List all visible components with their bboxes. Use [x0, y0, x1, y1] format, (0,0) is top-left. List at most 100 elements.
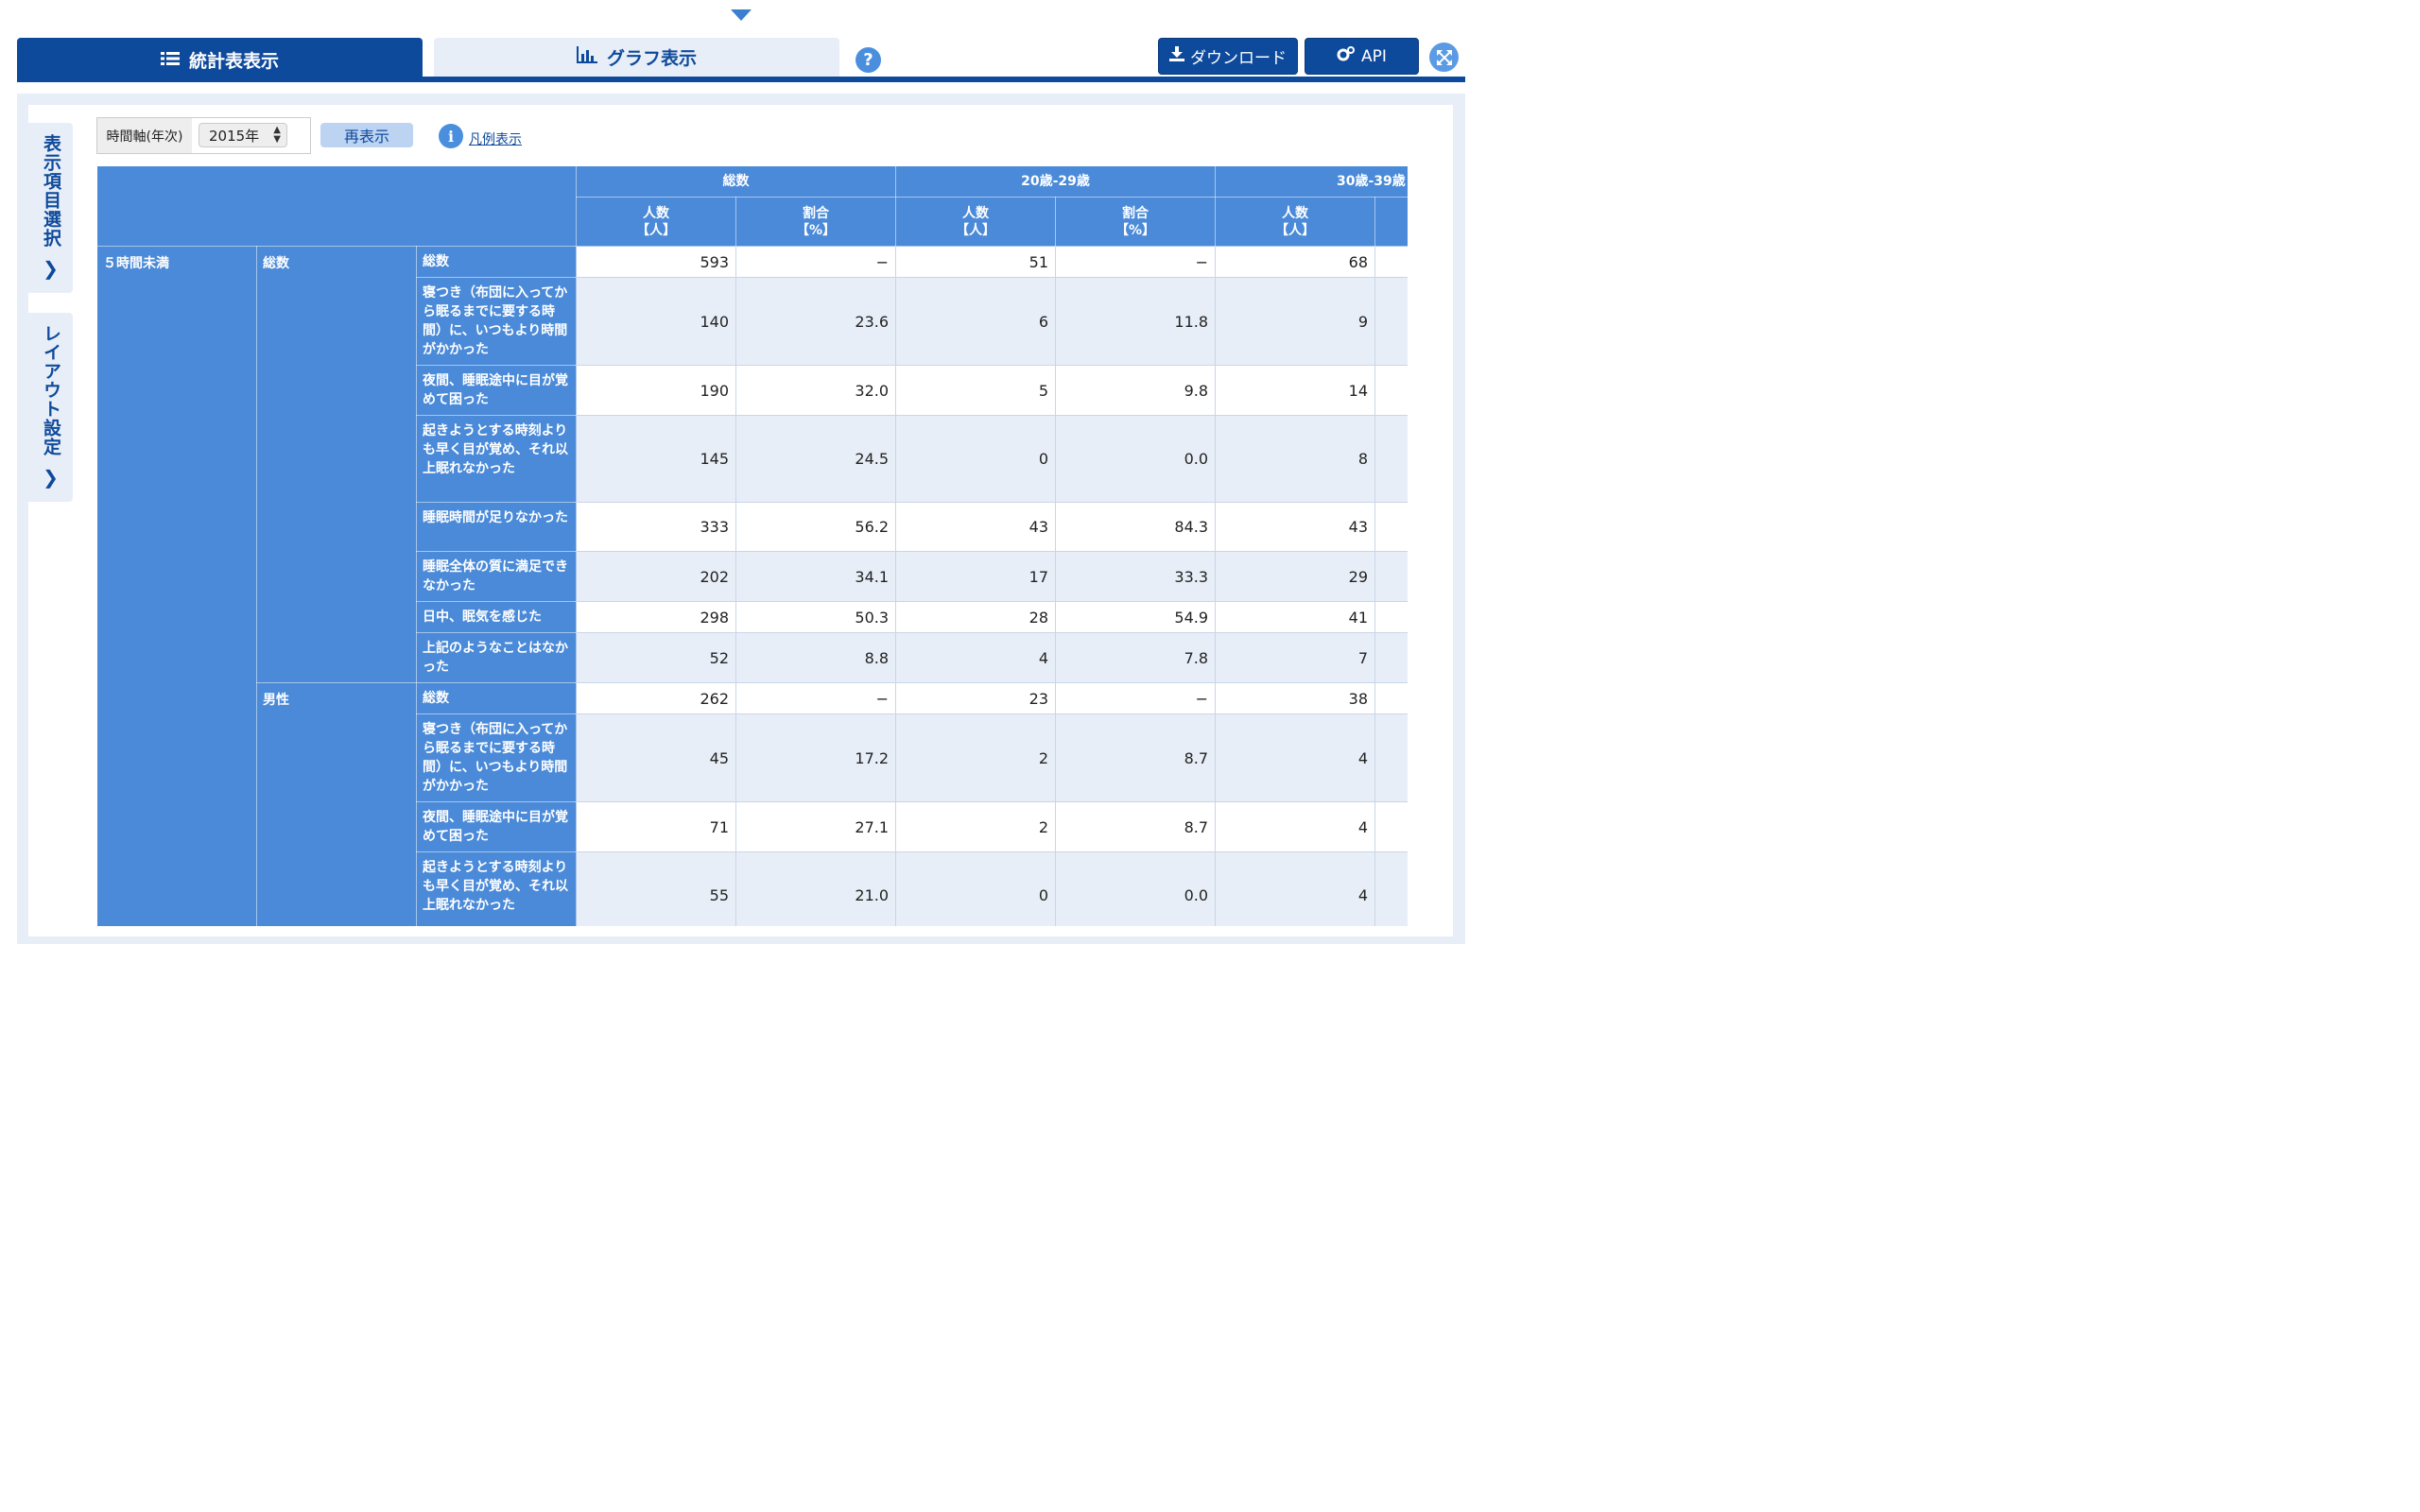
side-tab-layout[interactable]: レイアウト設定 ❯: [28, 313, 73, 502]
table-cell: 4: [1215, 713, 1376, 802]
row-section-header: 男性: [256, 682, 417, 926]
help-icon[interactable]: ?: [856, 47, 881, 73]
table-cell: 8.7: [1055, 713, 1217, 802]
row-item-header: 寝つき（布団に入ってから眠るまでに要する時間）に、いつもより時間がかかった: [415, 277, 578, 366]
table-cell: 50.3: [735, 601, 897, 633]
table-cell: 28: [895, 601, 1057, 633]
row-item-header: 起きようとする時刻よりも早く目が覚め、それ以上眠れなかった: [415, 851, 578, 926]
table-cell: 11.8: [1055, 277, 1217, 366]
sub-header-ratio: 割合 【%】: [735, 197, 897, 247]
table-cell: [1374, 632, 1408, 683]
api-button[interactable]: API: [1305, 38, 1419, 75]
tab-table-view[interactable]: 統計表表示: [17, 38, 423, 82]
table-cell: 38: [1215, 682, 1376, 714]
table-cell: 68: [1215, 246, 1376, 278]
table-cell: 17: [895, 551, 1057, 602]
table-cell: 298: [576, 601, 737, 633]
tab-graph-view[interactable]: グラフ表示: [434, 38, 839, 77]
api-label: API: [1361, 46, 1387, 66]
col-group-header[interactable]: 20歳-29歳: [895, 165, 1217, 198]
gears-icon: [1337, 46, 1356, 66]
legend-link[interactable]: 凡例表示: [469, 129, 522, 148]
row-group-header: ５時間未満: [96, 246, 257, 926]
table-cell: 43: [1215, 502, 1376, 552]
table-cell: 4: [895, 632, 1057, 683]
refresh-button[interactable]: 再表示: [320, 123, 413, 147]
table-cell: −: [735, 246, 897, 278]
row-item-header: 起きようとする時刻よりも早く目が覚め、それ以上眠れなかった: [415, 415, 578, 503]
table-cell: 5: [895, 365, 1057, 416]
table-cell: 145: [576, 415, 737, 503]
side-tab-select-items[interactable]: 表示項目選択 ❯: [28, 123, 73, 293]
table-cell: 0.0: [1055, 415, 1217, 503]
row-section-header: 総数: [256, 246, 417, 683]
table-cell: 23: [895, 682, 1057, 714]
table-cell: 29: [1215, 551, 1376, 602]
table-cell: 0.0: [1055, 851, 1217, 926]
col-group-header[interactable]: 総数: [576, 165, 897, 198]
table-cell: 27.1: [735, 801, 897, 852]
table-cell: [1374, 365, 1408, 416]
table-cell: 55: [576, 851, 737, 926]
table-cell: 33.3: [1055, 551, 1217, 602]
statistics-table: 総数 20歳-29歳 30歳-39歳 人数 【人】 割合 【%】 人数 【人】 割合 …: [96, 165, 1408, 926]
table-cell: [1374, 551, 1408, 602]
table-cell: [1374, 801, 1408, 852]
sub-header-ratio: 割合 【%】: [1055, 197, 1217, 247]
sub-header-count: 人数 【人】: [1215, 197, 1376, 247]
row-item-header: 寝つき（布団に入ってから眠るまでに要する時間）に、いつもより時間がかかった: [415, 713, 578, 802]
bar-chart-icon: [576, 46, 597, 68]
table-cell: 0: [895, 851, 1057, 926]
row-item-header: 睡眠全体の質に満足できなかった: [415, 551, 578, 602]
table-cell: 8.7: [1055, 801, 1217, 852]
row-item-header: 総数: [415, 682, 578, 714]
table-cell: 140: [576, 277, 737, 366]
table-cell: 23.6: [735, 277, 897, 366]
fullscreen-icon[interactable]: [1429, 43, 1459, 72]
table-cell: 593: [576, 246, 737, 278]
download-button[interactable]: ダウンロード: [1158, 38, 1298, 75]
table-cell: 7: [1215, 632, 1376, 683]
table-cell: 41: [1215, 601, 1376, 633]
sub-header-count: 人数 【人】: [895, 197, 1057, 247]
table-cell: 4: [1215, 851, 1376, 926]
year-select[interactable]: 2015年 ▲ ▼: [199, 123, 287, 147]
download-label: ダウンロード: [1190, 49, 1287, 68]
table-row: ５時間未満 総数 総数 593−51−68: [96, 246, 1408, 926]
row-item-header: 日中、眠気を感じた: [415, 601, 578, 633]
chevron-right-icon: ❯: [43, 257, 59, 280]
table-cell: 14: [1215, 365, 1376, 416]
year-select-value: 2015年: [209, 127, 260, 145]
table-row: 男性 総数 262−23−38: [97, 682, 1408, 926]
table-cell: 84.3: [1055, 502, 1217, 552]
sub-header-count: 人数 【人】: [576, 197, 737, 247]
table-cell: [1374, 713, 1408, 802]
table-cell: 333: [576, 502, 737, 552]
table-cell: 54.9: [1055, 601, 1217, 633]
row-item-header: 総数: [415, 246, 578, 278]
sub-header-ratio: 割合 【%】: [1374, 197, 1408, 247]
side-tab-layout-label: レイアウト設定: [41, 324, 61, 456]
table-cell: 0: [895, 415, 1057, 503]
table-cell: [1374, 682, 1408, 714]
collapse-header-arrow-icon[interactable]: [731, 9, 752, 21]
table-cell: 190: [576, 365, 737, 416]
table-cell: 8.8: [735, 632, 897, 683]
select-arrows-icon: ▲ ▼: [273, 125, 281, 145]
table-cell: −: [1055, 682, 1217, 714]
table-cell: 9.8: [1055, 365, 1217, 416]
col-group-header[interactable]: 30歳-39歳: [1215, 165, 1408, 198]
table-cell: [1374, 246, 1408, 278]
download-icon: [1169, 46, 1184, 66]
table-corner-header: [96, 165, 578, 247]
list-icon: [160, 50, 180, 71]
table-cell: [1374, 601, 1408, 633]
tab-table-label: 統計表表示: [188, 51, 279, 72]
info-icon[interactable]: i: [439, 124, 463, 148]
side-tab-select-items-label: 表示項目選択: [41, 134, 61, 248]
table-cell: 43: [895, 502, 1057, 552]
table-cell: −: [1055, 246, 1217, 278]
table-cell: −: [735, 682, 897, 714]
table-cell: 34.1: [735, 551, 897, 602]
table-cell: 21.0: [735, 851, 897, 926]
